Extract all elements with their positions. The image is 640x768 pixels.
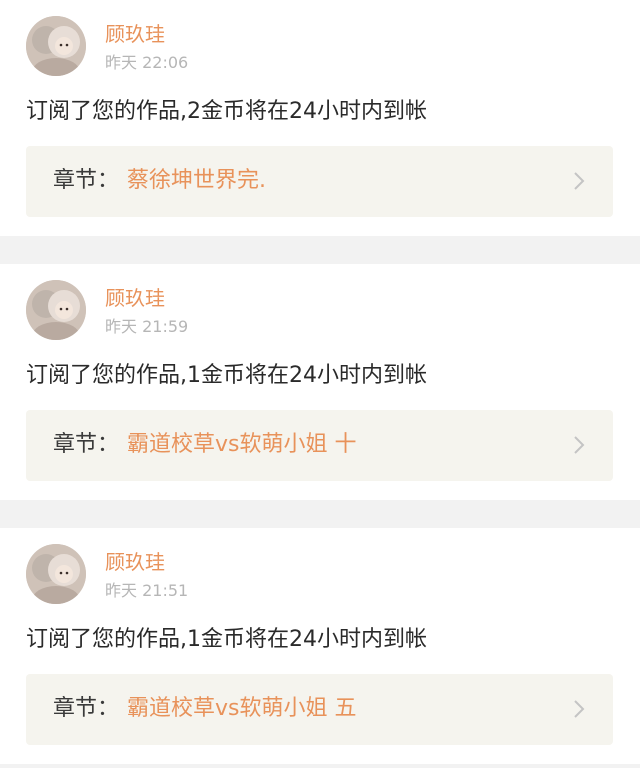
chapter-link[interactable]: 章节： 霸道校草vs软萌小姐 十	[26, 410, 613, 481]
notification-card: 顾玖珪 昨天 21:51 订阅了您的作品,1金币将在24小时内到帐 章节： 霸道…	[0, 528, 640, 764]
chevron-right-icon	[573, 435, 585, 455]
chapter-link[interactable]: 章节： 霸道校草vs软萌小姐 五	[26, 674, 613, 745]
chapter-label: 章节：	[53, 168, 120, 193]
username[interactable]: 顾玖珪	[105, 21, 165, 47]
chevron-right-icon	[573, 171, 585, 191]
timestamp: 昨天 21:59	[105, 317, 189, 336]
chapter-title: 蔡徐坤世界完.	[127, 168, 266, 193]
username[interactable]: 顾玖珪	[105, 549, 165, 575]
timestamp: 昨天 21:51	[105, 581, 189, 600]
notification-card: 顾玖珪 昨天 22:06 订阅了您的作品,2金币将在24小时内到帐 章节： 蔡徐…	[0, 0, 640, 236]
notification-message: 订阅了您的作品,2金币将在24小时内到帐	[26, 99, 427, 124]
chapter-link[interactable]: 章节： 蔡徐坤世界完.	[26, 146, 613, 217]
notification-card: 顾玖珪 昨天 21:59 订阅了您的作品,1金币将在24小时内到帐 章节： 霸道…	[0, 264, 640, 500]
avatar[interactable]	[26, 280, 86, 340]
notification-message: 订阅了您的作品,1金币将在24小时内到帐	[26, 363, 427, 388]
avatar[interactable]	[26, 16, 86, 76]
chapter-title: 霸道校草vs软萌小姐 十	[127, 432, 357, 457]
chapter-title: 霸道校草vs软萌小姐 五	[127, 696, 357, 721]
chapter-label: 章节：	[53, 696, 120, 721]
timestamp: 昨天 22:06	[105, 53, 189, 72]
chapter-label: 章节：	[53, 432, 120, 457]
avatar[interactable]	[26, 544, 86, 604]
notification-message: 订阅了您的作品,1金币将在24小时内到帐	[26, 627, 427, 652]
notification-feed: 顾玖珪 昨天 22:06 订阅了您的作品,2金币将在24小时内到帐 章节： 蔡徐…	[0, 0, 640, 764]
chevron-right-icon	[573, 699, 585, 719]
username[interactable]: 顾玖珪	[105, 285, 165, 311]
